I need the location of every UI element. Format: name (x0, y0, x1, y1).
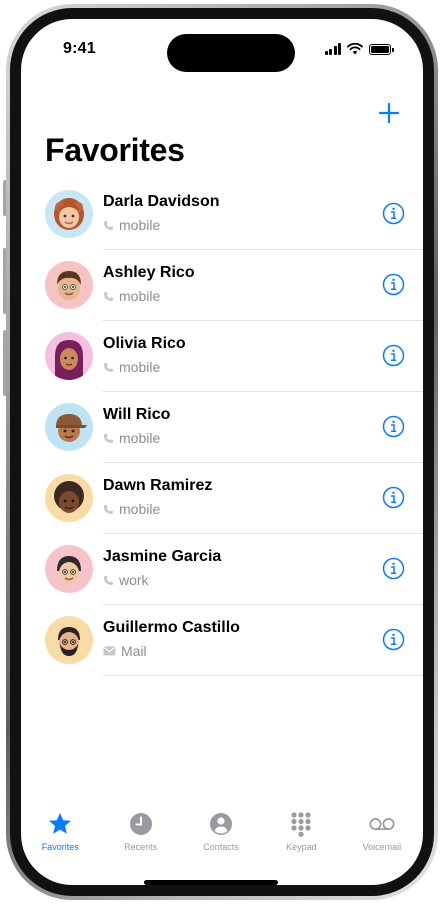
avatar (45, 261, 93, 309)
contact-type-label: mobile (119, 359, 161, 375)
favorites-list: Darla Davidson mobile Ashley Rico mobile… (21, 179, 423, 676)
avatar (45, 190, 93, 238)
favorite-row[interactable]: Jasmine Garcia work (21, 534, 423, 605)
contact-type: mobile (103, 430, 160, 446)
wifi-icon (347, 43, 363, 55)
avatar (45, 616, 93, 664)
tab-label: Keypad (286, 842, 317, 852)
tab-favorites[interactable]: Favorites (20, 810, 100, 866)
tab-recents[interactable]: Recents (100, 810, 180, 866)
info-icon[interactable] (382, 415, 405, 438)
person-icon (210, 813, 233, 835)
info-icon[interactable] (382, 344, 405, 367)
voicemail-icon (369, 818, 395, 830)
phone-icon (104, 433, 113, 443)
battery-icon (369, 43, 394, 55)
phone-icon (104, 575, 113, 585)
tab-label: Voicemail (362, 842, 402, 852)
contact-type-label: Mail (121, 643, 147, 659)
iphone-frame: 9:41 Favorites Darla Davidson mobile Ash… (6, 4, 438, 900)
avatar (45, 332, 93, 380)
contact-type: mobile (103, 217, 160, 233)
contact-type: mobile (103, 501, 160, 517)
tab-label: Contacts (203, 842, 239, 852)
status-bar: 9:41 (21, 19, 423, 77)
contact-type-label: mobile (119, 430, 161, 446)
contact-name: Olivia Rico (103, 335, 186, 352)
status-time: 9:41 (63, 40, 96, 57)
memoji-avatar (54, 481, 84, 513)
info-icon[interactable] (382, 202, 405, 225)
phone-icon (104, 504, 113, 514)
info-icon[interactable] (382, 486, 405, 509)
star-icon (49, 813, 72, 834)
favorite-row[interactable]: Guillermo Castillo Mail (21, 605, 423, 676)
dynamic-island (167, 34, 295, 72)
contact-name: Dawn Ramirez (103, 477, 213, 494)
mail-icon (103, 646, 116, 656)
plus-icon[interactable] (375, 99, 403, 127)
contact-name: Will Rico (103, 406, 171, 423)
avatar (45, 403, 93, 451)
contact-type-label: mobile (119, 217, 161, 233)
memoji-avatar (57, 556, 81, 584)
keypad-icon (291, 812, 312, 837)
contact-type-label: mobile (119, 288, 161, 304)
avatar (45, 545, 93, 593)
screen: 9:41 Favorites Darla Davidson mobile Ash… (21, 19, 423, 885)
contact-type: work (103, 572, 149, 588)
tab-voicemail[interactable]: Voicemail (342, 810, 422, 866)
page-title: Favorites (45, 132, 185, 168)
memoji-avatar (58, 627, 80, 656)
favorite-row[interactable]: Olivia Rico mobile (21, 321, 423, 392)
cellular-signal-icon (324, 43, 341, 55)
tab-label: Favorites (41, 842, 79, 852)
favorite-row[interactable]: Will Rico mobile (21, 392, 423, 463)
home-indicator[interactable] (144, 880, 278, 885)
memoji-avatar (54, 198, 84, 230)
contact-name: Jasmine Garcia (103, 548, 222, 565)
info-icon[interactable] (382, 557, 405, 580)
tab-keypad[interactable]: Keypad (261, 810, 341, 866)
favorite-row[interactable]: Ashley Rico mobile (21, 250, 423, 321)
phone-icon (104, 362, 113, 372)
contact-type-label: mobile (119, 501, 161, 517)
favorite-row[interactable]: Darla Davidson mobile (21, 179, 423, 250)
contact-type-label: work (119, 572, 149, 588)
contact-type: mobile (103, 288, 160, 304)
contact-name: Ashley Rico (103, 264, 195, 281)
status-icons (324, 43, 394, 55)
info-icon[interactable] (382, 273, 405, 296)
memoji-avatar (56, 414, 87, 442)
row-separator (103, 675, 423, 676)
contact-type: Mail (103, 643, 147, 659)
phone-icon (104, 291, 113, 301)
contact-name: Darla Davidson (103, 193, 220, 210)
contact-name: Guillermo Castillo (103, 619, 240, 636)
tab-contacts[interactable]: Contacts (181, 810, 261, 866)
tab-bar: Favorites Recents Contacts Keypad Voicem… (20, 810, 422, 866)
phone-icon (104, 220, 113, 230)
clock-icon (129, 813, 152, 835)
favorite-row[interactable]: Dawn Ramirez mobile (21, 463, 423, 534)
memoji-avatar (57, 271, 81, 300)
bezel: 9:41 Favorites Darla Davidson mobile Ash… (10, 8, 434, 896)
tab-label: Recents (124, 842, 158, 852)
info-icon[interactable] (382, 628, 405, 651)
memoji-avatar (55, 340, 83, 380)
contact-type: mobile (103, 359, 160, 375)
avatar (45, 474, 93, 522)
